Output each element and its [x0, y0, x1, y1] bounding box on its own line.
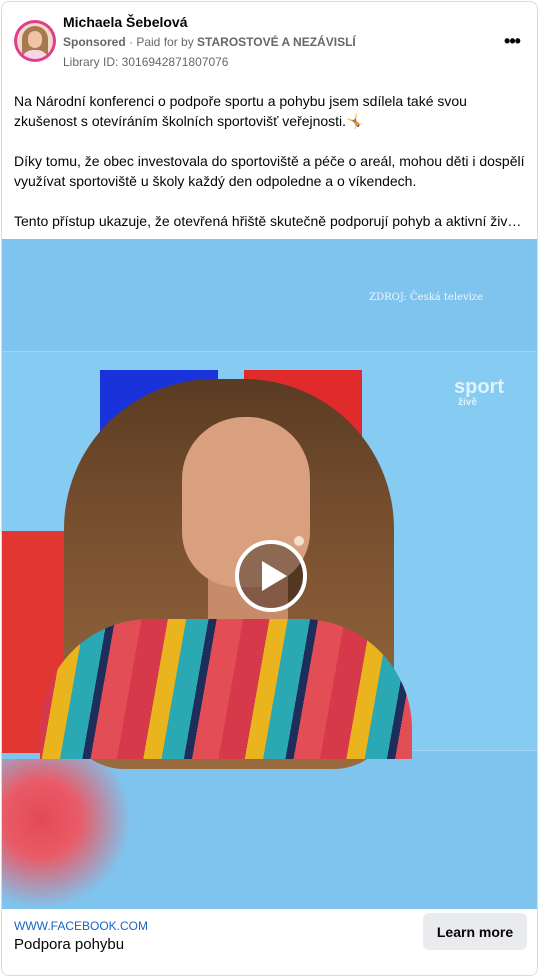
- foreground-blur: [2, 759, 132, 909]
- learn-more-button[interactable]: Learn more: [423, 913, 527, 950]
- paid-prefix: · Paid for by: [125, 35, 198, 49]
- play-icon[interactable]: [235, 540, 307, 612]
- avatar-face: [28, 31, 42, 48]
- play-triangle: [262, 561, 287, 591]
- sponsor-line: Sponsored · Paid for by STAROSTOVÉ A NEZ…: [63, 35, 356, 49]
- video-player[interactable]: ZDROJ: Česká televize sport živě: [2, 239, 537, 909]
- link-footer[interactable]: WWW.FACEBOOK.COM Podpora pohybu Learn mo…: [2, 909, 537, 975]
- more-dots-icon[interactable]: •••: [501, 30, 523, 52]
- link-domain: WWW.FACEBOOK.COM: [14, 919, 148, 933]
- source-caption: ZDROJ: Česká televize: [369, 292, 483, 303]
- link-headline: Podpora pohybu: [14, 936, 125, 953]
- payer-name[interactable]: STAROSTOVÉ A NEZÁVISLÍ: [197, 35, 356, 49]
- post-header: Michaela Šebelová Sponsored · Paid for b…: [2, 2, 537, 80]
- channel-logo: sport živě: [454, 376, 537, 416]
- ad-card: Michaela Šebelová Sponsored · Paid for b…: [1, 1, 538, 976]
- channel-logo-text: sport: [454, 376, 504, 398]
- headset-microphone: [294, 536, 304, 546]
- author-name[interactable]: Michaela Šebelová: [63, 14, 188, 30]
- post-paragraph: Díky tomu, že obec investovala do sporto…: [14, 153, 525, 189]
- author-avatar[interactable]: [14, 20, 56, 62]
- avatar-photo: [17, 23, 53, 59]
- post-paragraph: Na Národní konferenci o podpoře sportu a…: [14, 93, 467, 129]
- post-paragraph-truncated[interactable]: Tento přístup ukazuje, že otevřená hřišt…: [14, 211, 529, 231]
- post-text: Na Národní konferenci o podpoře sportu a…: [14, 91, 529, 251]
- channel-logo-sub: živě: [458, 397, 477, 408]
- sponsored-label: Sponsored: [63, 35, 126, 49]
- library-id: Library ID: 3016942871807076: [63, 55, 229, 69]
- speaker-striped-top: [40, 619, 412, 759]
